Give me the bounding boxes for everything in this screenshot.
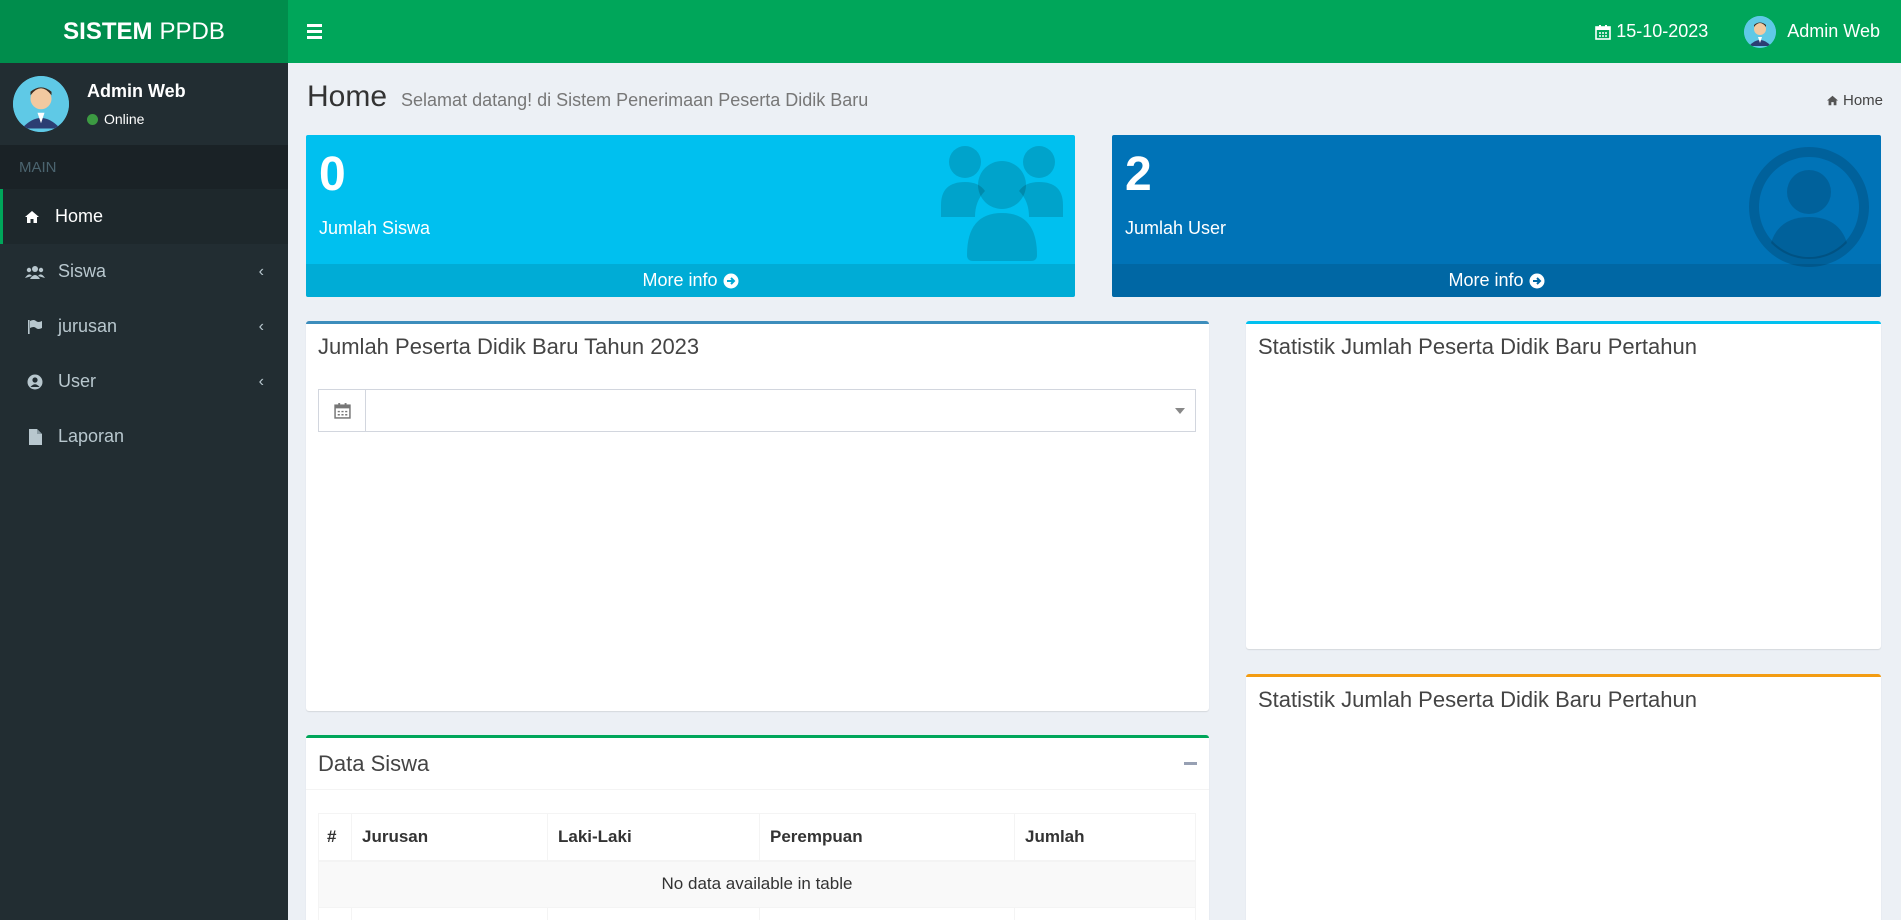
chevron-left-icon: ‹: [258, 262, 264, 280]
table-row: [318, 907, 1196, 920]
breadcrumb-home[interactable]: Home: [1843, 92, 1883, 109]
top-navbar: 15-10-2023 Admin Web: [288, 0, 1901, 63]
sidebar-item-siswa[interactable]: Siswa ‹: [0, 244, 288, 299]
content-header: Home Selamat datang! di Sistem Penerimaa…: [307, 80, 1883, 120]
panel-title: Statistik Jumlah Peserta Didik Baru Pert…: [1258, 687, 1697, 712]
stat-box-siswa: 0 Jumlah Siswa More info: [306, 135, 1075, 297]
col-header-jumlah[interactable]: Jumlah: [1014, 813, 1196, 862]
sidebar-item-user[interactable]: User ‹: [0, 354, 288, 409]
year-chart-panel: Jumlah Peserta Didik Baru Tahun 2023: [306, 321, 1209, 711]
user-circle-icon: [1749, 147, 1869, 267]
sidebar-item-label: Siswa: [58, 261, 107, 281]
arrow-circle-right-icon: [1529, 273, 1545, 288]
col-header-number[interactable]: #: [318, 813, 352, 862]
panel-title: Data Siswa: [318, 750, 430, 776]
data-siswa-table: # Jurusan Laki-Laki Perempuan Jumlah No …: [318, 813, 1196, 920]
sidebar-user-panel: Admin Web Online: [0, 63, 288, 145]
sidebar-item-label: jurusan: [58, 316, 118, 336]
table-header-row: # Jurusan Laki-Laki Perempuan Jumlah: [318, 813, 1196, 862]
calendar-icon: [319, 390, 366, 431]
sidebar-user-name: Admin Web: [87, 81, 186, 101]
flag-icon: [24, 319, 46, 334]
sidebar-toggle-icon[interactable]: [288, 0, 340, 63]
avatar: [13, 76, 69, 132]
logo-text: PPDB: [159, 17, 225, 45]
more-info-link[interactable]: More info: [306, 264, 1075, 297]
col-header-perempuan[interactable]: Perempuan: [759, 813, 1015, 862]
stat-panel-yearly-2: Statistik Jumlah Peserta Didik Baru Pert…: [1246, 674, 1881, 920]
page-subtitle: Selamat datang! di Sistem Penerimaan Pes…: [401, 90, 869, 110]
arrow-circle-right-icon: [723, 273, 739, 288]
empty-table-message: No data available in table: [318, 860, 1196, 908]
users-icon: [24, 265, 46, 279]
panel-title: Jumlah Peserta Didik Baru Tahun 2023: [318, 334, 700, 359]
logo-bold-text: SISTEM: [63, 17, 153, 45]
more-info-link[interactable]: More info: [1112, 264, 1881, 297]
stat-panel-yearly-1: Statistik Jumlah Peserta Didik Baru Pert…: [1246, 321, 1881, 649]
file-icon: [24, 428, 46, 445]
stat-value: 2: [1125, 148, 1152, 201]
app-logo[interactable]: SISTEM PPDB: [0, 0, 288, 63]
sidebar-item-label: Home: [55, 206, 104, 226]
breadcrumb[interactable]: Home: [1826, 92, 1883, 109]
sidebar-item-laporan[interactable]: Laporan: [0, 409, 288, 464]
stat-label: Jumlah User: [1125, 218, 1227, 238]
more-info-text: More info: [642, 270, 718, 290]
user-menu[interactable]: Admin Web: [1744, 15, 1880, 48]
user-circle-icon: [24, 374, 46, 390]
year-select-field[interactable]: [366, 390, 1195, 431]
home-icon: [1826, 95, 1838, 106]
stat-label: Jumlah Siswa: [319, 218, 431, 238]
avatar: [1744, 15, 1777, 48]
users-icon: [941, 146, 1063, 261]
stat-value: 0: [319, 148, 346, 201]
sidebar-section-header: MAIN: [0, 145, 288, 189]
calendar-icon: [1595, 24, 1612, 40]
chevron-left-icon: ‹: [258, 372, 264, 390]
data-siswa-panel: Data Siswa # Jurusan Laki-Laki Perempuan…: [306, 735, 1209, 920]
stat-box-user: 2 Jumlah User More info: [1112, 135, 1881, 297]
sidebar-item-home[interactable]: Home: [0, 189, 288, 244]
year-select[interactable]: [318, 389, 1196, 432]
sidebar-item-label: Laporan: [58, 426, 125, 446]
more-info-text: More info: [1448, 270, 1524, 290]
status-text: Online: [104, 111, 145, 127]
home-icon: [21, 210, 43, 224]
date-display: 15-10-2023: [1595, 21, 1708, 42]
collapse-minus-icon[interactable]: [1184, 762, 1197, 765]
sidebar-item-jurusan[interactable]: jurusan ‹: [0, 299, 288, 354]
col-header-laki-laki[interactable]: Laki-Laki: [547, 813, 760, 862]
status-badge: Online: [87, 111, 186, 127]
col-header-jurusan[interactable]: Jurusan: [351, 813, 548, 862]
sidebar-item-label: User: [58, 371, 97, 391]
table-row: No data available in table: [318, 860, 1196, 908]
sidebar: Admin Web Online MAIN Home Siswa ‹ jurus…: [0, 63, 288, 920]
online-dot-icon: [87, 113, 98, 125]
date-text: 15-10-2023: [1616, 21, 1709, 41]
caret-down-icon: [1175, 408, 1185, 414]
user-name: Admin Web: [1787, 21, 1880, 41]
page-title: Home: [307, 80, 388, 113]
panel-title: Statistik Jumlah Peserta Didik Baru Pert…: [1258, 334, 1697, 359]
chevron-left-icon: ‹: [258, 317, 264, 335]
